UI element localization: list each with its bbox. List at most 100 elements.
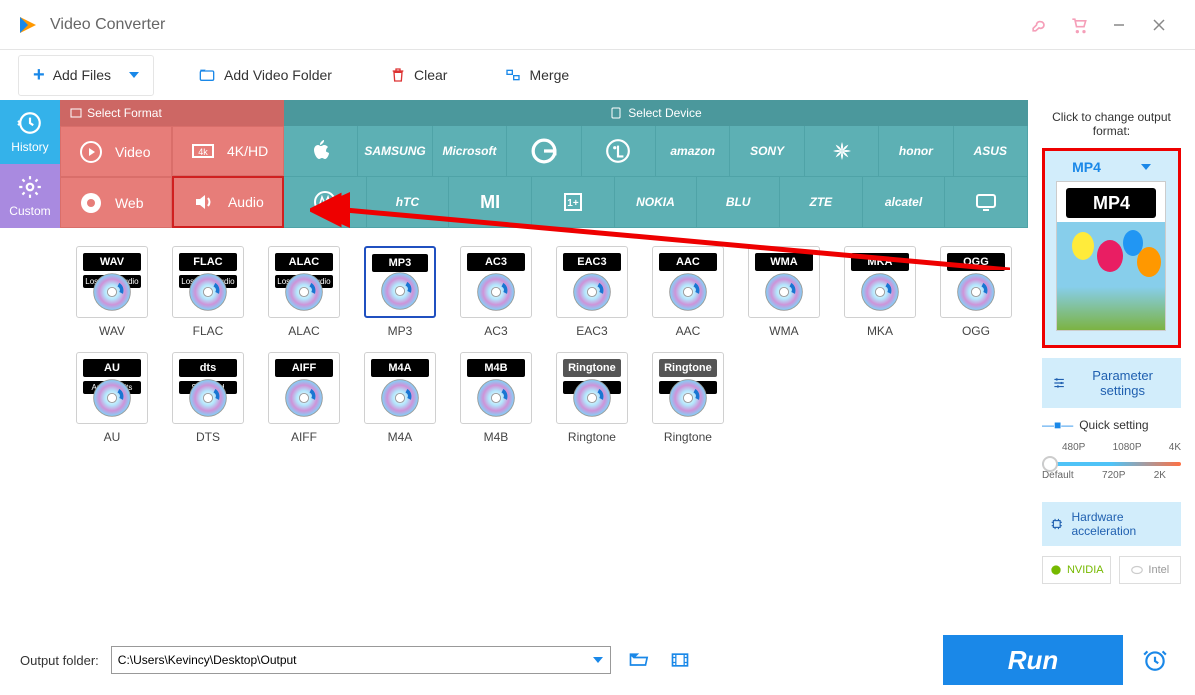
output-folder-input[interactable] bbox=[111, 646, 611, 674]
toolbar: + Add Files Add Video Folder Clear Merge bbox=[0, 50, 1195, 100]
brand-g[interactable] bbox=[507, 126, 581, 177]
format-alac-2[interactable]: ALACLossless AudioALAC bbox=[260, 246, 348, 338]
select-device-header: Select Device bbox=[284, 100, 1028, 126]
brand-sony[interactable]: SONY bbox=[730, 126, 804, 177]
brand-oneplus[interactable]: 1+ bbox=[532, 177, 615, 228]
app-logo-icon bbox=[16, 13, 40, 37]
format-ringtone-16[interactable]: Ringtone🤖Ringtone bbox=[644, 352, 732, 444]
format-ringtone-15[interactable]: Ringtone🍎Ringtone bbox=[548, 352, 636, 444]
parameter-settings-button[interactable]: Parameter settings bbox=[1042, 358, 1181, 408]
4khd-label: 4K/HD bbox=[227, 143, 268, 159]
format-device-header: Select Format Video Web 4k 4K/HD bbox=[60, 100, 1028, 228]
chevron-down-icon bbox=[129, 72, 139, 78]
plus-icon: + bbox=[33, 64, 45, 87]
change-format-label: Click to change output format: bbox=[1042, 110, 1181, 138]
add-files-button[interactable]: + Add Files bbox=[18, 55, 154, 96]
brand-asus[interactable]: ASUS bbox=[954, 126, 1028, 177]
format-flac-1[interactable]: FLACLossless AudioFLAC bbox=[164, 246, 252, 338]
nvidia-button[interactable]: NVIDIA bbox=[1042, 556, 1111, 584]
chrome-icon bbox=[79, 191, 103, 215]
mp4-badge: MP4 bbox=[1066, 188, 1156, 218]
web-label: Web bbox=[115, 195, 144, 211]
format-ac3-4[interactable]: AC3AC3 bbox=[452, 246, 540, 338]
brand-mi[interactable]: MI bbox=[449, 177, 532, 228]
format-au-10[interactable]: AUAudio UnitsAU bbox=[68, 352, 156, 444]
brand-honor[interactable]: honor bbox=[879, 126, 953, 177]
brand-microsoft[interactable]: Microsoft bbox=[433, 126, 507, 177]
brand-nokia[interactable]: NOKIA bbox=[615, 177, 698, 228]
chevron-down-icon[interactable] bbox=[593, 657, 603, 663]
brand-huawei[interactable] bbox=[805, 126, 879, 177]
intel-icon bbox=[1130, 563, 1144, 577]
sliders-icon bbox=[1052, 375, 1066, 391]
film-icon bbox=[668, 650, 692, 670]
add-files-label: Add Files bbox=[53, 67, 111, 83]
brand-tv[interactable] bbox=[945, 177, 1028, 228]
key-icon[interactable] bbox=[1019, 5, 1059, 45]
quality-slider[interactable]: 480P 1080P 4K Default 720P 2K bbox=[1042, 442, 1181, 492]
brand-motorola[interactable] bbox=[284, 177, 367, 228]
format-m4a-13[interactable]: M4AM4A bbox=[356, 352, 444, 444]
format-mka-8[interactable]: MKAMKA bbox=[836, 246, 924, 338]
history-tab[interactable]: History bbox=[0, 100, 60, 164]
clear-button[interactable]: Clear bbox=[376, 59, 461, 91]
parameter-settings-label: Parameter settings bbox=[1074, 368, 1171, 398]
merge-button[interactable]: Merge bbox=[491, 59, 583, 91]
format-web[interactable]: Web bbox=[60, 177, 172, 228]
hardware-acceleration[interactable]: Hardware acceleration bbox=[1042, 502, 1181, 546]
trash-icon bbox=[390, 67, 406, 83]
format-dts-11[interactable]: dtsSurroundDTS bbox=[164, 352, 252, 444]
brand-lg[interactable] bbox=[582, 126, 656, 177]
output-format-box[interactable]: MP4 MP4 bbox=[1042, 148, 1181, 348]
close-button[interactable] bbox=[1139, 5, 1179, 45]
add-video-folder-button[interactable]: Add Video Folder bbox=[184, 59, 346, 91]
format-wma-7[interactable]: WMAWMA bbox=[740, 246, 828, 338]
folder-open-icon bbox=[626, 650, 650, 670]
hardware-accel-label: Hardware acceleration bbox=[1071, 510, 1173, 538]
output-format-preview: MP4 bbox=[1056, 181, 1166, 331]
merge-label: Merge bbox=[529, 67, 569, 83]
chevron-down-icon bbox=[1141, 164, 1151, 170]
video-label: Video bbox=[115, 144, 151, 160]
history-label: History bbox=[11, 140, 48, 154]
format-video[interactable]: Video bbox=[60, 126, 172, 177]
intel-button[interactable]: Intel bbox=[1119, 556, 1181, 584]
format-wav-0[interactable]: WAVLossless AudioWAV bbox=[68, 246, 156, 338]
open-folder-button[interactable] bbox=[623, 645, 653, 675]
format-aac-6[interactable]: AACAAC bbox=[644, 246, 732, 338]
film-folder-button[interactable] bbox=[665, 645, 695, 675]
brand-htc[interactable]: hTC bbox=[367, 177, 450, 228]
nvidia-icon bbox=[1049, 563, 1063, 577]
device-header-icon bbox=[610, 107, 622, 119]
minimize-button[interactable] bbox=[1099, 5, 1139, 45]
brand-blu[interactable]: BLU bbox=[697, 177, 780, 228]
add-video-folder-label: Add Video Folder bbox=[224, 67, 332, 83]
brand-samsung[interactable]: SAMSUNG bbox=[358, 126, 432, 177]
format-m4b-14[interactable]: M4BM4B bbox=[452, 352, 540, 444]
cart-icon[interactable] bbox=[1059, 5, 1099, 45]
custom-tab[interactable]: Custom bbox=[0, 164, 60, 228]
brand-alcatel[interactable]: alcatel bbox=[863, 177, 946, 228]
format-ogg-9[interactable]: OGGOGG bbox=[932, 246, 1020, 338]
bottom-bar: Output folder: Run bbox=[0, 625, 1195, 695]
format-audio[interactable]: Audio bbox=[172, 176, 284, 228]
select-format-header: Select Format bbox=[60, 100, 172, 126]
format-grid: WAVLossless AudioWAVFLACLossless AudioFL… bbox=[60, 228, 1028, 462]
format-4khd[interactable]: 4k 4K/HD bbox=[172, 126, 284, 176]
format-eac3-5[interactable]: EAC3EAC3 bbox=[548, 246, 636, 338]
gear-icon bbox=[17, 174, 43, 200]
clear-label: Clear bbox=[414, 67, 447, 83]
brand-apple[interactable] bbox=[284, 126, 358, 177]
brand-zte[interactable]: ZTE bbox=[780, 177, 863, 228]
custom-label: Custom bbox=[9, 204, 50, 218]
brand-amazon[interactable]: amazon bbox=[656, 126, 730, 177]
run-button[interactable]: Run bbox=[943, 635, 1123, 685]
merge-icon bbox=[505, 67, 521, 83]
format-mp3-3[interactable]: MP3MP3 bbox=[356, 246, 444, 338]
svg-text:4k: 4k bbox=[198, 147, 208, 157]
app-title: Video Converter bbox=[50, 16, 165, 34]
history-icon bbox=[17, 110, 43, 136]
format-aiff-12[interactable]: AIFFAIFF bbox=[260, 352, 348, 444]
alarm-icon bbox=[1142, 647, 1168, 673]
alarm-button[interactable] bbox=[1135, 640, 1175, 680]
